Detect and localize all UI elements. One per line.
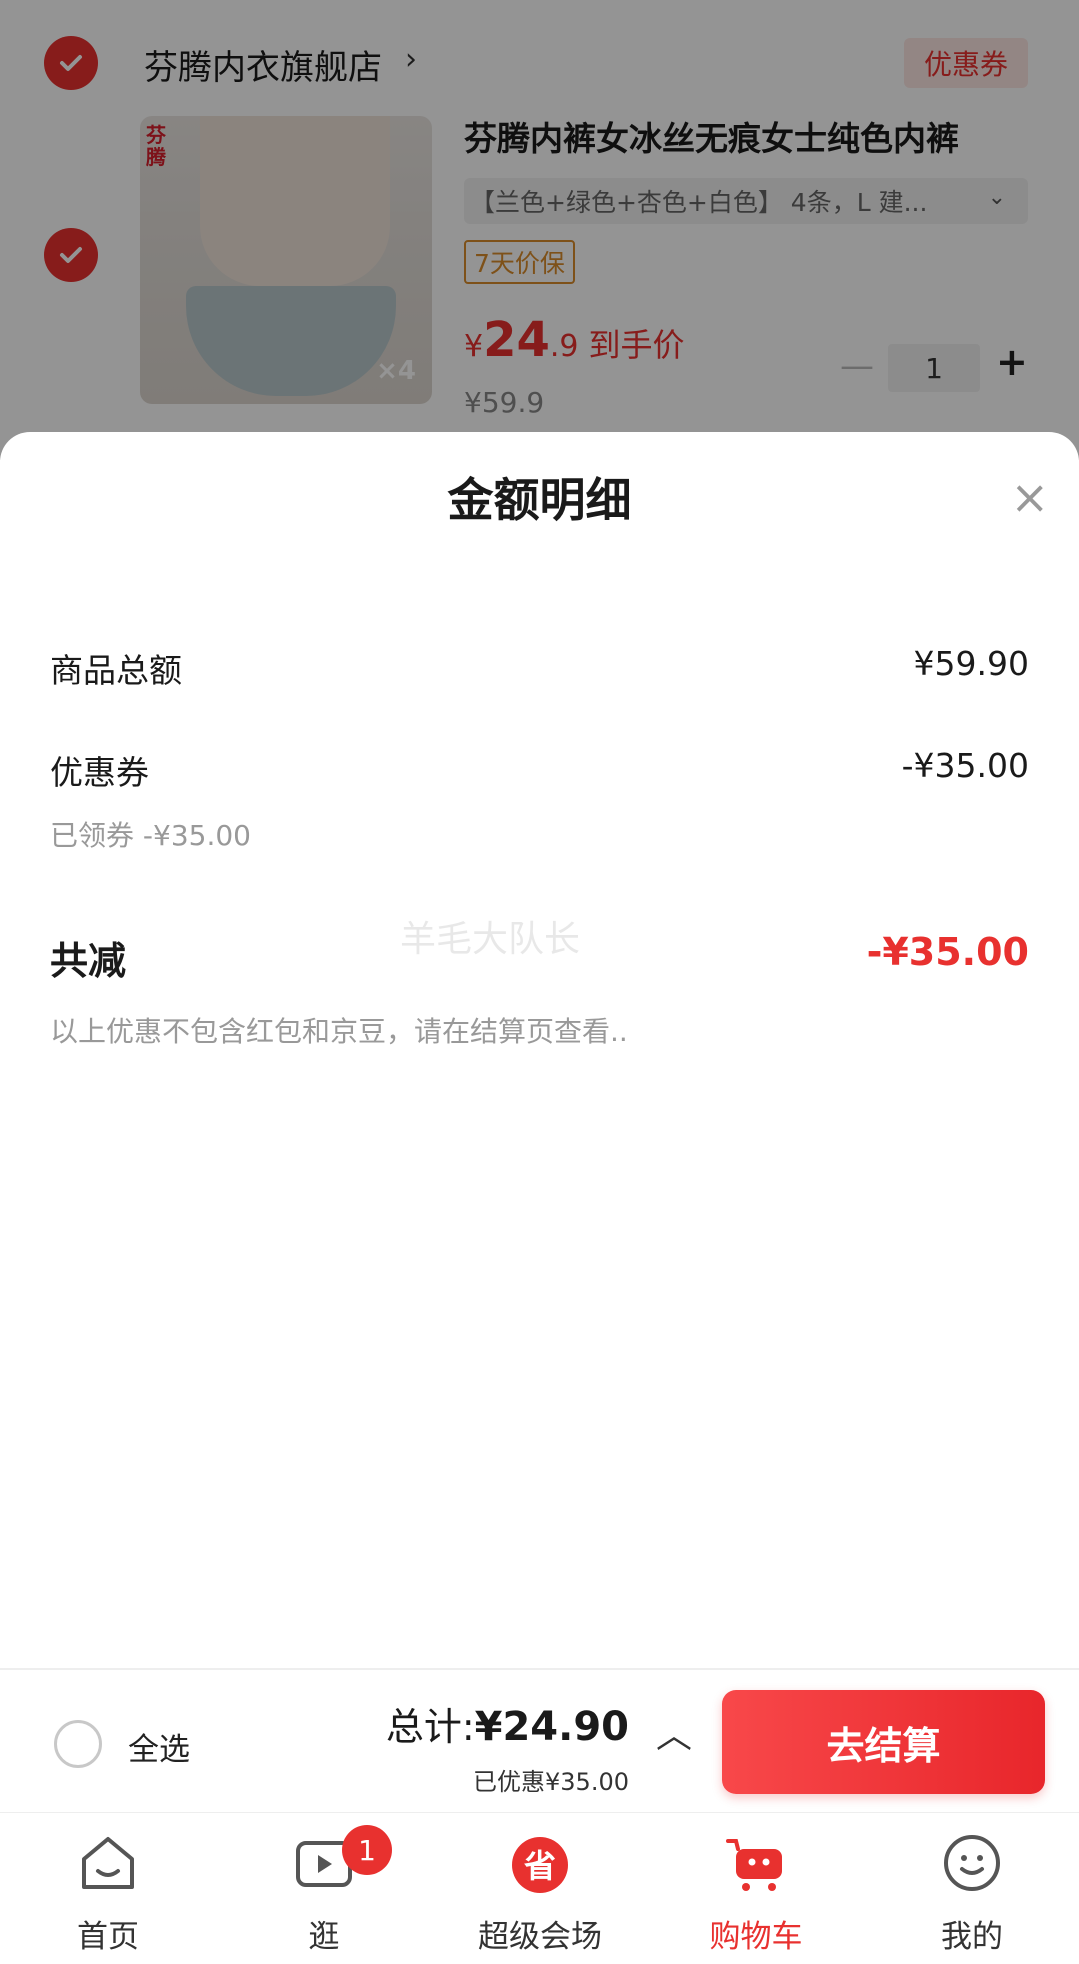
tab-browse[interactable]: 1 逛 — [216, 1813, 432, 1964]
saved-amount: 已优惠¥35.00 — [473, 1768, 629, 1796]
checkout-button[interactable]: 去结算 — [722, 1690, 1045, 1794]
sheet-title: 金额明细 — [447, 473, 632, 527]
tab-super-venue[interactable]: 省 超级会场 — [432, 1813, 648, 1964]
select-all-radio[interactable] — [54, 1720, 102, 1768]
modal-overlay[interactable] — [0, 0, 1079, 460]
tab-profile[interactable]: 我的 — [864, 1813, 1079, 1964]
total-reduce-label: 共减 — [50, 939, 127, 983]
bottom-tab-bar: 首页 1 逛 省 超级会场 购物车 我的 — [0, 1812, 1079, 1964]
notification-badge: 1 — [342, 1825, 392, 1875]
tab-label: 购物车 — [709, 1919, 803, 1955]
goods-total-value: ¥59.90 — [913, 644, 1029, 683]
chevron-up-icon[interactable]: ︿ — [656, 1706, 692, 1758]
total-label: 总计: — [385, 1705, 475, 1749]
coupon-claimed-text: 已领券 -¥35.00 — [50, 819, 251, 852]
close-icon[interactable]: × — [1010, 474, 1049, 520]
checkout-bar: 全选 总计:¥24.90 已优惠¥35.00 ︿ 去结算 — [0, 1668, 1079, 1814]
tab-label: 超级会场 — [478, 1919, 602, 1955]
tab-label: 首页 — [77, 1919, 139, 1955]
total-summary: 总计:¥24.90 — [386, 1696, 629, 1751]
discount-note: 以上优惠不包含红包和京豆，请在结算页查看.. — [50, 1015, 628, 1048]
tab-home[interactable]: 首页 — [0, 1813, 216, 1964]
coupon-label: 优惠券 — [50, 753, 149, 792]
cart-icon — [726, 1839, 782, 1891]
super-venue-icon: 省 — [512, 1837, 568, 1893]
profile-icon — [944, 1835, 1000, 1891]
svg-text:省: 省 — [524, 1847, 556, 1885]
tab-label: 我的 — [941, 1919, 1003, 1955]
amount-detail-sheet: 金额明细 × 商品总额 ¥59.90 优惠券 -¥35.00 已领券 -¥35.… — [0, 432, 1079, 1672]
goods-total-label: 商品总额 — [50, 651, 182, 690]
home-icon — [82, 1837, 134, 1889]
tab-label: 逛 — [308, 1919, 340, 1955]
total-reduce-value: -¥35.00 — [866, 930, 1029, 974]
tab-cart[interactable]: 购物车 — [648, 1813, 864, 1964]
select-all-label[interactable]: 全选 — [128, 1724, 190, 1769]
coupon-value: -¥35.00 — [901, 746, 1029, 785]
total-value: ¥24.90 — [474, 1704, 629, 1750]
watermark: 羊毛大队长 — [400, 919, 581, 960]
